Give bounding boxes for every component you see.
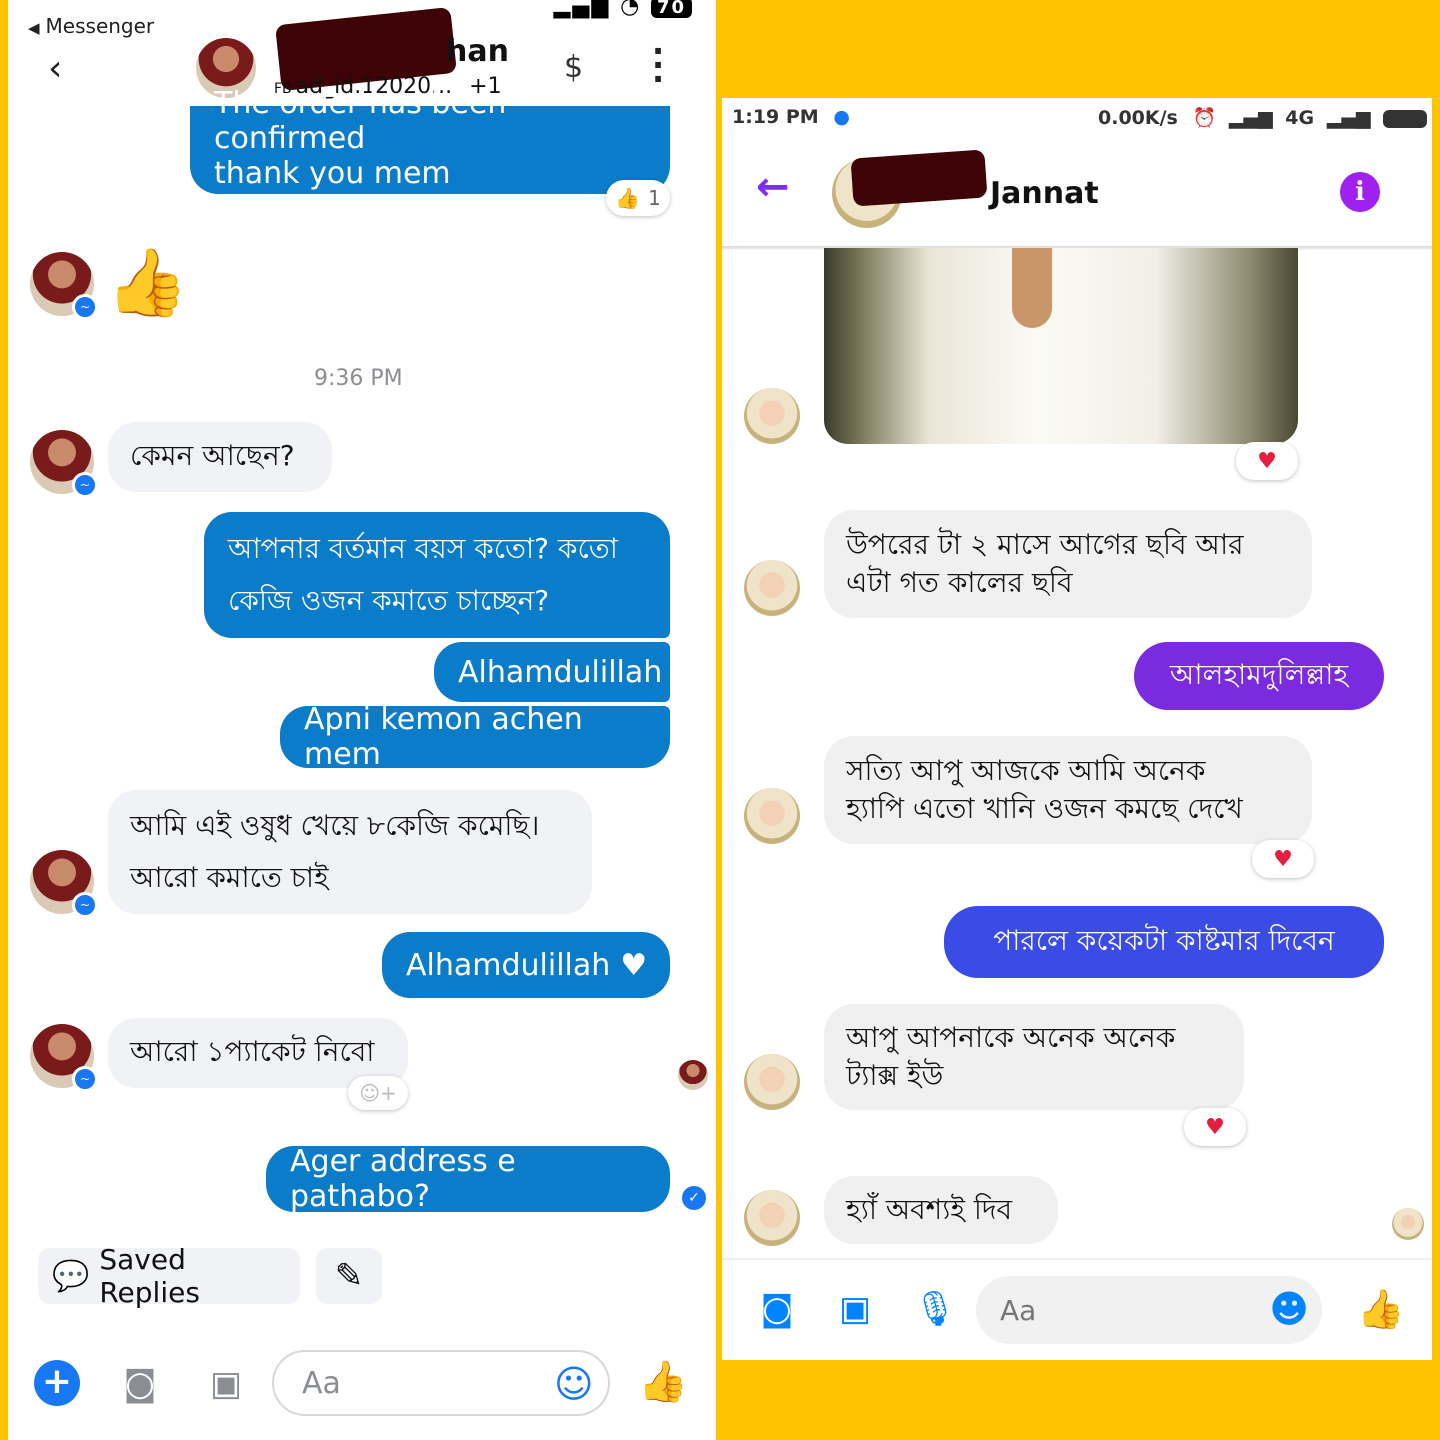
incoming-message[interactable]: হ্যাঁ অবশ্যই দিব — [824, 1176, 1058, 1244]
back-triangle-icon: ◀ — [28, 19, 40, 37]
white-heart-icon: ♥ — [620, 947, 648, 983]
edit-pencil-icon[interactable]: ✎ — [316, 1248, 382, 1304]
status-time: 1:19 PM ● — [732, 106, 850, 128]
sender-avatar[interactable]: ~ — [30, 850, 98, 918]
image-icon[interactable]: ▣ — [830, 1284, 880, 1334]
status-bar: ▂▄▆ ◔ 70 — [554, 0, 692, 19]
sender-avatar[interactable]: ~ — [30, 252, 98, 320]
emoji-icon[interactable]: ☺ — [554, 1362, 594, 1406]
contact-name[interactable]: Jannat — [990, 176, 1099, 211]
outgoing-message[interactable]: Alhamdulillah — [434, 642, 670, 702]
left-screenshot: ◀ Messenger ▂▄▆ ◔ 70 ‹ han FB ad_id.12020.… — [8, 0, 716, 1440]
outgoing-message[interactable]: The order has been confirmed thank you m… — [190, 86, 670, 194]
outgoing-message[interactable]: আলহামদুলিল্লাহ — [1134, 642, 1384, 710]
sender-avatar[interactable] — [744, 1190, 800, 1246]
thumbs-up-send-icon[interactable]: 👍 — [638, 1358, 688, 1405]
messenger-status-icon: ● — [833, 106, 850, 128]
back-arrow-icon[interactable]: ← — [756, 164, 790, 210]
messenger-badge-icon: ~ — [72, 294, 98, 320]
signal-icon: ▂▄▆ — [1326, 107, 1371, 129]
microphone-icon[interactable]: 🎙 — [910, 1284, 960, 1334]
battery-indicator: 70 — [650, 0, 692, 18]
image-icon[interactable]: ▣ — [202, 1360, 250, 1408]
shared-photo[interactable] — [824, 248, 1298, 444]
incoming-message[interactable]: আপু আপনাকে অনেক অনেক ট্যাক্স ইউ — [824, 1004, 1244, 1110]
saved-replies-button[interactable]: 💬 Saved Replies — [38, 1243, 300, 1309]
read-receipt-avatar — [678, 1060, 708, 1090]
plus-icon[interactable]: + — [34, 1360, 80, 1406]
signal-icon: ▂▄▆ — [1228, 107, 1273, 129]
heart-reaction-icon[interactable]: ♥ — [1252, 840, 1314, 878]
camera-icon[interactable]: ◙ — [116, 1360, 164, 1408]
sent-check-icon: ✓ — [682, 1186, 706, 1210]
contact-name[interactable]: han — [446, 34, 509, 69]
outgoing-message[interactable]: পারলে কয়েকটা কাষ্টমার দিবেন — [944, 906, 1384, 978]
heart-reaction-icon[interactable]: ♥ — [1236, 442, 1298, 480]
outgoing-message[interactable]: Ager address e pathabo? — [266, 1144, 670, 1214]
sender-avatar[interactable]: ~ — [30, 430, 98, 498]
read-receipt-avatar — [1392, 1208, 1424, 1240]
sender-avatar[interactable] — [744, 1054, 800, 1110]
chat-bubbles-icon: 💬 — [52, 1258, 90, 1294]
timestamp: 9:36 PM — [314, 366, 403, 391]
wifi-icon: ◔ — [620, 0, 642, 19]
photo-detail — [1012, 248, 1052, 328]
alarm-icon: ⏰ — [1192, 107, 1217, 129]
messenger-badge-icon: ~ — [72, 892, 98, 918]
composer-divider — [722, 1258, 1432, 1260]
messenger-badge-icon: ~ — [72, 1066, 98, 1092]
signal-icon: ▂▄▆ — [553, 0, 611, 19]
sender-avatar[interactable] — [744, 388, 800, 444]
battery-icon — [1383, 109, 1428, 128]
incoming-message[interactable]: উপরের টা ২ মাসে আগের ছবি আর এটা গত কালের… — [824, 510, 1312, 618]
back-to-app-link[interactable]: ◀ Messenger — [28, 14, 154, 38]
incoming-message[interactable]: সত্যি আপু আজকে আমি অনেক হ্যাপি এতো খানি … — [824, 736, 1312, 844]
incoming-message[interactable]: কেমন আছেন? — [108, 422, 332, 492]
info-icon[interactable]: i — [1340, 172, 1380, 212]
add-reaction-button[interactable]: ☺+ — [348, 1076, 408, 1110]
sender-avatar[interactable] — [744, 560, 800, 616]
thumbs-up-emoji-icon: 👍 — [615, 186, 641, 210]
heart-reaction-icon[interactable]: ♥ — [1184, 1108, 1246, 1146]
status-indicators: 0.00K/s ⏰ ▂▄▆ 4G ▂▄▆ — [1098, 106, 1428, 129]
emoji-icon[interactable]: ☻ — [1264, 1284, 1314, 1334]
outgoing-message[interactable]: Apni kemon achen mem — [280, 702, 670, 772]
back-chevron-icon[interactable]: ‹ — [48, 48, 62, 89]
messenger-badge-icon: ~ — [72, 472, 98, 498]
sender-avatar[interactable]: ~ — [30, 1024, 98, 1092]
incoming-message[interactable]: আমি এই ওষুধ খেয়ে ৮কেজি কমেছি। আরো কমাতে… — [108, 790, 592, 914]
outgoing-message[interactable]: আপনার বর্তমান বয়স কতো? কতো কেজি ওজন কমা… — [204, 512, 670, 638]
sender-avatar[interactable] — [744, 788, 800, 844]
right-screenshot: 1:19 PM ● 0.00K/s ⏰ ▂▄▆ 4G ▂▄▆ ← Jannat … — [722, 98, 1432, 1360]
more-options-icon[interactable]: · · · — [652, 35, 664, 95]
outgoing-message[interactable]: Alhamdulillah ♥ — [382, 932, 670, 998]
reaction-badge[interactable]: 👍 1 — [606, 180, 670, 216]
payment-dollar-icon[interactable]: $ — [564, 50, 583, 85]
thumbs-up-send-icon[interactable]: 👍 — [1354, 1282, 1408, 1336]
camera-icon[interactable]: ◙ — [752, 1284, 802, 1334]
redaction-mark — [850, 149, 988, 207]
thumbs-up-icon: 👍 — [106, 244, 189, 321]
